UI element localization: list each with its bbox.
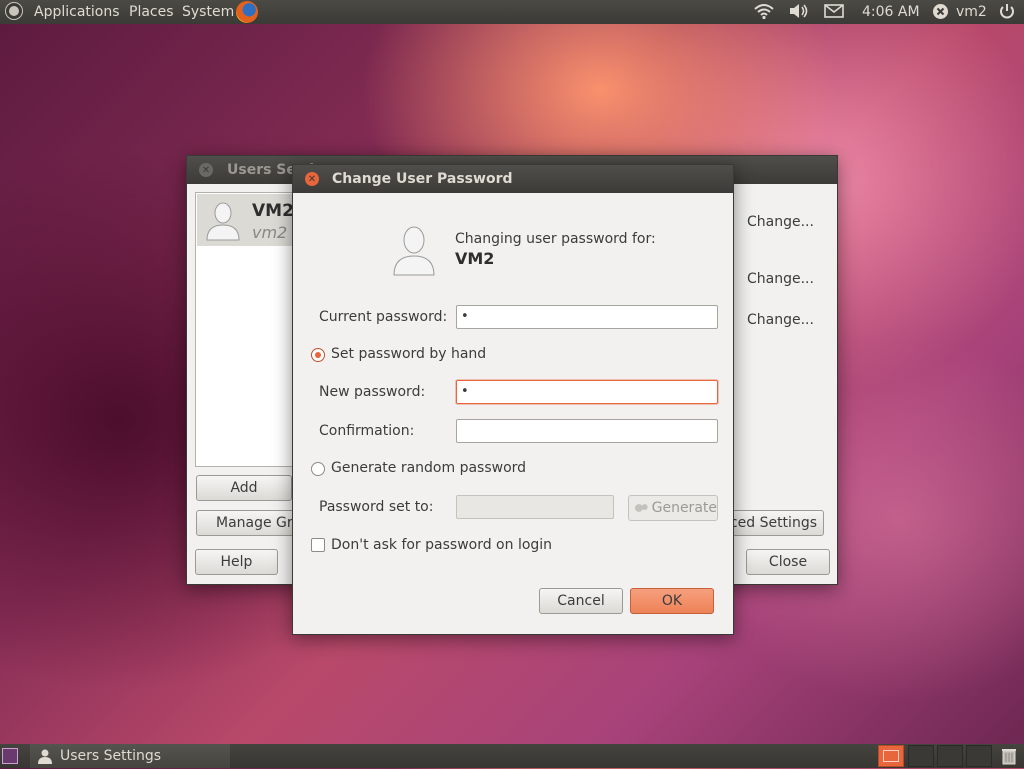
dialog-titlebar[interactable]: ✕ Change User Password <box>293 165 733 193</box>
user-name: VM2 <box>252 201 294 221</box>
new-password-field[interactable]: • <box>456 380 718 404</box>
menu-system[interactable]: System <box>182 3 234 21</box>
current-password-label: Current password: <box>319 309 448 325</box>
generate-button: Generate <box>628 495 718 521</box>
menu-applications[interactable]: Applications <box>34 3 120 21</box>
new-password-label: New password: <box>319 384 426 400</box>
firefox-icon[interactable] <box>236 1 258 23</box>
generate-random-radio[interactable] <box>311 462 325 476</box>
wifi-icon[interactable] <box>753 2 775 24</box>
current-password-field[interactable]: • <box>456 305 718 329</box>
taskbar-users-settings[interactable]: Users Settings <box>30 744 230 768</box>
change-type-link[interactable]: Change... <box>747 271 814 287</box>
mail-icon[interactable] <box>823 2 845 24</box>
taskbar-label: Users Settings <box>60 748 162 764</box>
workspace-3[interactable] <box>937 745 963 767</box>
change-name-link[interactable]: Change... <box>747 214 814 230</box>
dont-ask-checkbox[interactable] <box>311 538 325 552</box>
confirmation-label: Confirmation: <box>319 423 415 439</box>
generate-icon <box>634 504 648 512</box>
clock[interactable]: 4:06 AM <box>862 3 920 21</box>
close-icon[interactable]: ✕ <box>199 163 213 177</box>
set-by-hand-radio[interactable] <box>311 348 325 362</box>
menu-places[interactable]: Places <box>129 3 174 21</box>
power-icon[interactable] <box>998 2 1016 24</box>
help-button[interactable]: Help <box>195 549 278 575</box>
dont-ask-label[interactable]: Don't ask for password on login <box>331 537 552 553</box>
user-avatar-icon <box>206 202 240 241</box>
confirmation-field[interactable] <box>456 419 718 443</box>
user-login: vm2 <box>252 223 288 242</box>
password-set-to-field <box>456 495 614 519</box>
cancel-button[interactable]: Cancel <box>539 588 623 614</box>
user-avatar-icon <box>393 226 435 276</box>
generate-random-label[interactable]: Generate random password <box>331 460 526 476</box>
close-button[interactable]: Close <box>746 549 830 575</box>
change-password-link[interactable]: Change... <box>747 312 814 328</box>
users-settings-icon <box>38 749 52 764</box>
password-set-to-label: Password set to: <box>319 499 434 515</box>
user-menu-label[interactable]: vm2 <box>956 3 987 21</box>
workspace-2[interactable] <box>908 745 934 767</box>
change-password-dialog: ✕ Change User Password Changing user pas… <box>292 164 734 635</box>
volume-icon[interactable] <box>788 2 810 24</box>
dialog-title: Change User Password <box>332 171 513 187</box>
close-icon[interactable]: ✕ <box>305 172 319 186</box>
changing-for-user: VM2 <box>455 249 495 268</box>
user-status-icon[interactable] <box>932 3 949 24</box>
trash-icon[interactable] <box>1000 747 1018 769</box>
ok-button[interactable]: OK <box>630 588 714 614</box>
ubuntu-logo-icon[interactable] <box>5 2 23 20</box>
set-by-hand-label[interactable]: Set password by hand <box>331 346 486 362</box>
workspace-4[interactable] <box>966 745 992 767</box>
generate-button-label: Generate <box>651 500 717 516</box>
add-button[interactable]: Add <box>196 475 292 501</box>
top-panel: Applications Places System 4:06 AM vm2 <box>0 0 1024 24</box>
bottom-panel: Users Settings <box>0 744 1024 768</box>
workspace-1[interactable] <box>878 745 904 767</box>
show-desktop-icon[interactable] <box>2 748 18 764</box>
changing-for-label: Changing user password for: <box>455 231 656 247</box>
